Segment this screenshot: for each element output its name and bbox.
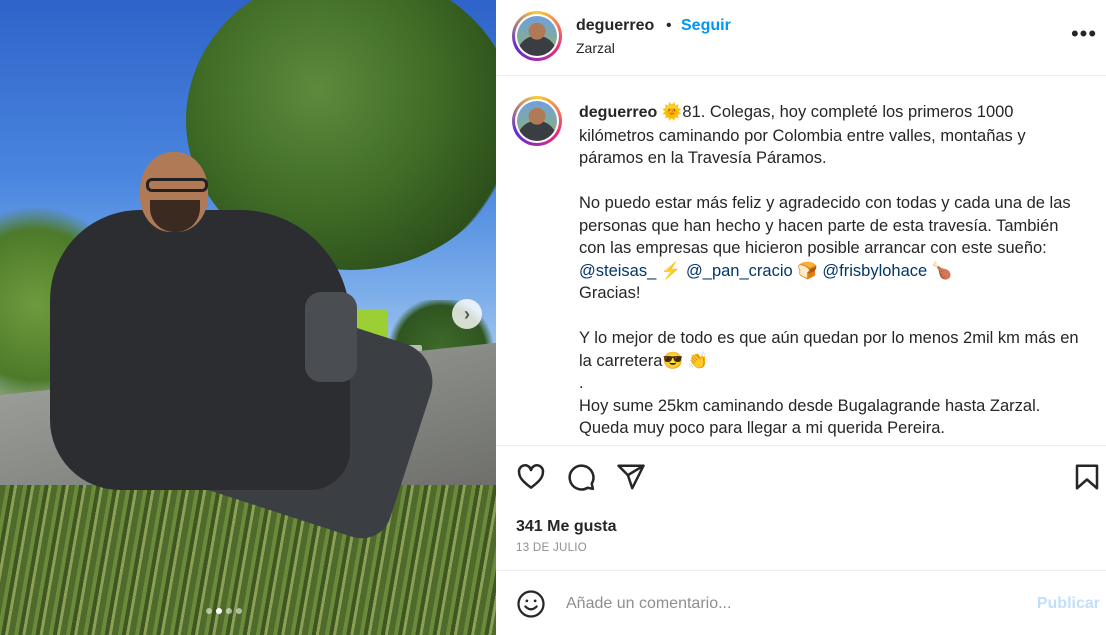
share-icon — [617, 464, 645, 490]
more-options-button[interactable]: ••• — [1070, 20, 1098, 48]
heart-icon — [517, 464, 545, 489]
avatar-image — [517, 16, 557, 56]
caption-paragraph-2: No puedo estar más feliz y agradecido co… — [579, 194, 1076, 257]
caption-section: deguerreo 🌞81. Colegas, hoy completé los… — [496, 77, 1106, 445]
drumstick-emoji: 🍗 — [931, 261, 953, 280]
bookmark-icon — [1075, 464, 1099, 490]
location-link[interactable]: Zarzal — [576, 40, 615, 56]
header-username[interactable]: deguerreo — [576, 17, 654, 35]
caption-avatar[interactable] — [512, 96, 562, 146]
carousel-next-button[interactable]: › — [452, 299, 482, 329]
smiley-icon — [517, 590, 545, 618]
chevron-right-icon: › — [464, 303, 470, 324]
carousel-dot — [226, 608, 232, 614]
carousel-dots — [206, 608, 242, 614]
comment-bar: Publicar — [496, 570, 1106, 635]
comment-icon — [568, 464, 595, 491]
mention-steisas[interactable]: @steisas_ — [579, 262, 656, 280]
mention-pan-cracio[interactable]: @_pan_cracio — [686, 262, 793, 280]
emoji-picker-button[interactable] — [516, 589, 546, 619]
carousel-dot — [236, 608, 242, 614]
carousel-dot-active — [216, 608, 222, 614]
person-glove — [305, 292, 357, 382]
separator-dot: • — [666, 17, 672, 34]
caption-gracias: Gracias! — [579, 284, 641, 302]
caption-dot: . — [579, 374, 584, 392]
caption-paragraph-4: Hoy sume 25km caminando desde Bugalagran… — [579, 396, 1045, 438]
comment-button[interactable] — [566, 462, 598, 494]
ellipsis-icon: ••• — [1070, 21, 1098, 46]
comment-input[interactable] — [566, 591, 1006, 617]
clap-emoji: 👏 — [687, 351, 709, 370]
avatar[interactable] — [512, 11, 562, 61]
caption-username[interactable]: deguerreo — [579, 104, 657, 121]
publish-button[interactable]: Publicar — [1037, 595, 1100, 613]
carousel-dot — [206, 608, 212, 614]
like-button[interactable] — [516, 462, 548, 494]
follow-button[interactable]: Seguir — [681, 17, 731, 35]
avatar-image — [517, 101, 557, 141]
caption-text: deguerreo 🌞81. Colegas, hoy completé los… — [579, 101, 1079, 440]
post-panel: deguerreo • Seguir Zarzal ••• deguerreo … — [496, 0, 1106, 635]
save-button[interactable] — [1072, 462, 1104, 494]
post-header: deguerreo • Seguir Zarzal ••• — [496, 0, 1106, 76]
sunglasses-emoji: 😎 — [662, 351, 683, 370]
caption-paragraph-3: Y lo mejor de todo es que aún quedan por… — [579, 329, 1084, 370]
grass — [0, 485, 496, 635]
likes-count[interactable]: 341 Me gusta — [516, 518, 616, 536]
post-date[interactable]: 13 DE JULIO — [516, 542, 587, 554]
lightning-emoji: ⚡ — [660, 261, 682, 280]
post-actions: 341 Me gusta 13 DE JULIO — [496, 445, 1106, 570]
post-photo[interactable]: › — [0, 0, 496, 635]
person-glasses — [146, 178, 208, 192]
bread-emoji: 🍞 — [797, 261, 818, 280]
sun-emoji: 🌞 — [661, 103, 683, 121]
share-button[interactable] — [616, 462, 648, 494]
mention-frisbylohace[interactable]: @frisbylohace — [822, 262, 927, 280]
